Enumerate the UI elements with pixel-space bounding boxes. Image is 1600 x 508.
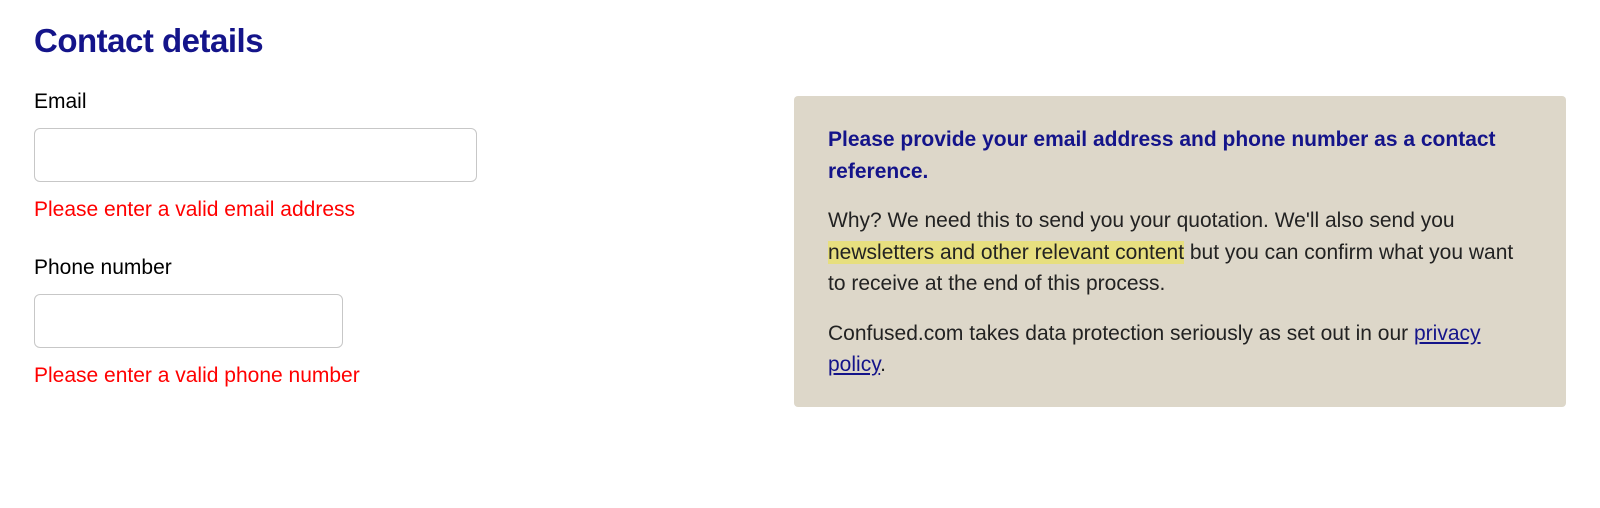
email-field-group: Email Please enter a valid email address: [34, 90, 794, 222]
info-para2-a: Confused.com takes data protection serio…: [828, 322, 1414, 345]
info-para1-a: Why? We need this to send you your quota…: [828, 209, 1455, 232]
info-para2-b: .: [880, 353, 886, 376]
phone-field-group: Phone number Please enter a valid phone …: [34, 256, 794, 388]
email-input[interactable]: [34, 128, 477, 182]
info-title: Please provide your email address and ph…: [828, 124, 1532, 187]
info-highlight: newsletters and other relevant content: [828, 241, 1184, 264]
info-para-1: Why? We need this to send you your quota…: [828, 205, 1532, 300]
section-heading: Contact details: [34, 22, 794, 60]
phone-error: Please enter a valid phone number: [34, 364, 794, 388]
email-label: Email: [34, 90, 794, 114]
phone-label: Phone number: [34, 256, 794, 280]
phone-input[interactable]: [34, 294, 343, 348]
info-para-2: Confused.com takes data protection serio…: [828, 318, 1532, 381]
info-box: Please provide your email address and ph…: [794, 96, 1566, 407]
email-error: Please enter a valid email address: [34, 198, 794, 222]
